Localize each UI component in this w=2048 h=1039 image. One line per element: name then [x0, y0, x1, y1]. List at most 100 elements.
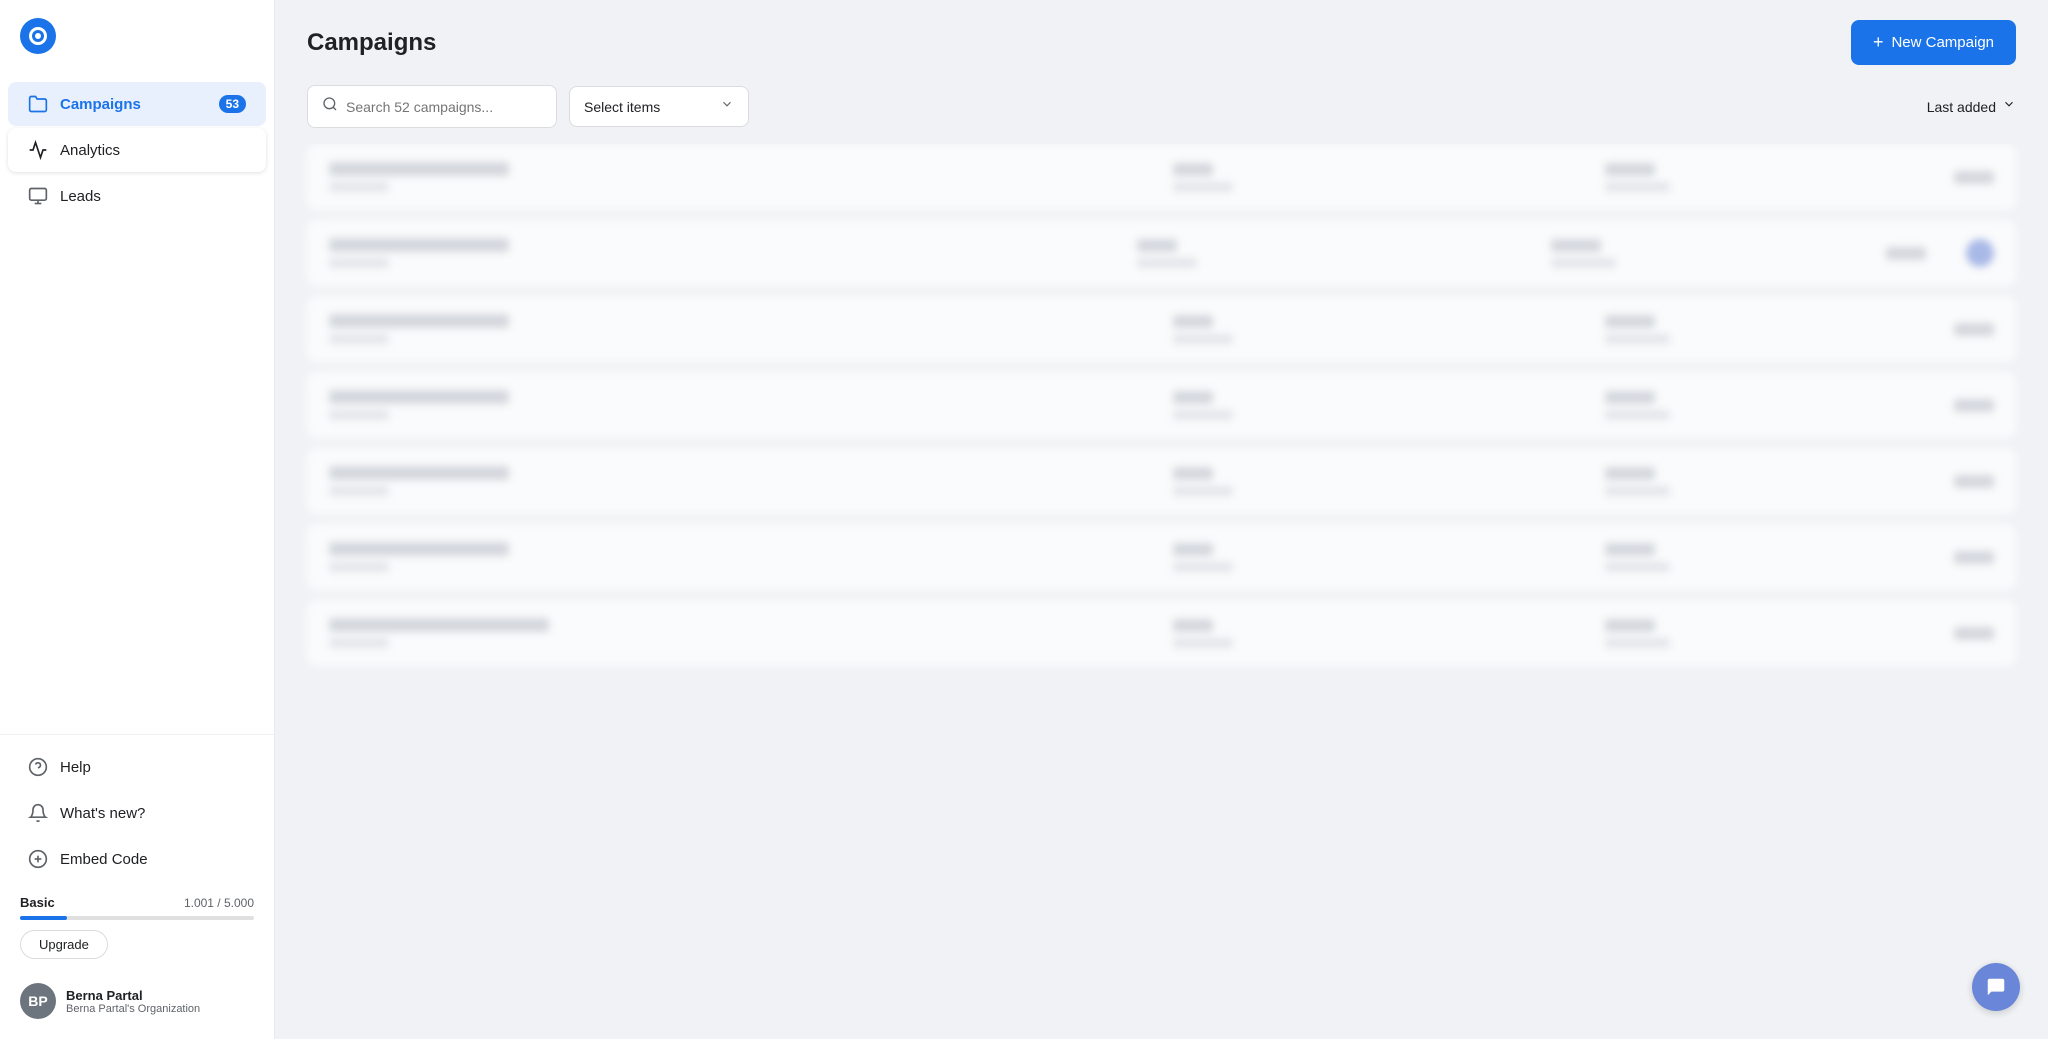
- stat-label: [1173, 562, 1233, 572]
- table-row[interactable]: [307, 144, 2016, 210]
- table-row[interactable]: [307, 524, 2016, 590]
- stat-val: [1173, 543, 1213, 556]
- user-name: Berna Partal: [66, 988, 200, 1003]
- sidebar-item-embed-code[interactable]: Embed Code: [8, 837, 266, 881]
- sidebar-bottom: Help What's new? Embed Code: [0, 734, 274, 1039]
- plus-icon: +: [1873, 32, 1884, 53]
- campaign-score: [1954, 551, 1994, 564]
- table-row[interactable]: [307, 296, 2016, 362]
- sidebar-item-campaigns[interactable]: Campaigns 53: [8, 82, 266, 126]
- folder-icon: [28, 94, 48, 114]
- new-campaign-button[interactable]: + New Campaign: [1851, 20, 2016, 65]
- user-info: Berna Partal Berna Partal's Organization: [66, 988, 200, 1015]
- table-row[interactable]: [307, 372, 2016, 438]
- stat-val: [1137, 239, 1177, 252]
- embed-icon: [28, 849, 48, 869]
- sidebar: Campaigns 53 Analytics Leads: [0, 0, 275, 1039]
- plan-name: Basic: [20, 895, 55, 910]
- chevron-down-icon: [720, 97, 734, 116]
- campaign-name: [329, 542, 509, 556]
- status-val: [1605, 391, 1655, 404]
- campaign-score: [1886, 247, 1926, 260]
- search-input[interactable]: [346, 99, 542, 115]
- plan-usage: 1.001 / 5.000: [184, 896, 254, 910]
- sort-control[interactable]: Last added: [1927, 97, 2016, 116]
- avatar: BP: [20, 983, 56, 1019]
- avatar-initials: BP: [28, 993, 47, 1009]
- campaign-name: [329, 618, 549, 632]
- status-val: [1605, 315, 1655, 328]
- logo[interactable]: [0, 0, 274, 72]
- score-val: [1954, 551, 1994, 564]
- campaign-score: [1954, 627, 1994, 640]
- sidebar-item-whats-new[interactable]: What's new?: [8, 791, 266, 835]
- user-org: Berna Partal's Organization: [66, 1003, 200, 1015]
- chat-bubble-button[interactable]: [1972, 963, 2020, 1011]
- sidebar-item-analytics[interactable]: Analytics: [8, 128, 266, 172]
- status-lbl: [1605, 182, 1670, 192]
- select-items-dropdown[interactable]: Select items: [569, 86, 749, 127]
- campaign-stat-1: [1173, 467, 1585, 496]
- sidebar-item-help-label: Help: [60, 759, 91, 776]
- stat-val: [1173, 315, 1213, 328]
- campaign-stat-1: [1173, 391, 1585, 420]
- campaign-stat-1: [1173, 315, 1585, 344]
- status-lbl: [1605, 486, 1670, 496]
- campaign-name-block: [329, 314, 1153, 344]
- campaign-score: [1954, 323, 1994, 336]
- sidebar-item-help[interactable]: Help: [8, 745, 266, 789]
- score-val: [1954, 627, 1994, 640]
- sidebar-item-campaigns-label: Campaigns: [60, 96, 141, 113]
- campaign-status: [1605, 619, 1934, 648]
- score-val: [1954, 171, 1994, 184]
- table-row[interactable]: [307, 448, 2016, 514]
- main-header: Campaigns + New Campaign: [275, 0, 2048, 85]
- stat-label: [1173, 410, 1233, 420]
- campaign-stat-1: [1173, 163, 1585, 192]
- stat-label: [1173, 334, 1233, 344]
- sidebar-item-embed-code-label: Embed Code: [60, 851, 148, 868]
- campaign-name-block: [329, 542, 1153, 572]
- campaign-status: [1551, 239, 1866, 268]
- sidebar-item-analytics-label: Analytics: [60, 142, 120, 159]
- sidebar-nav: Campaigns 53 Analytics Leads: [0, 72, 274, 734]
- campaign-status: [1605, 391, 1934, 420]
- stat-label: [1173, 182, 1233, 192]
- stat-label: [1173, 638, 1233, 648]
- plan-progress-bar: [20, 916, 254, 920]
- score-val: [1886, 247, 1926, 260]
- campaign-stat-1: [1173, 619, 1585, 648]
- campaign-sub: [329, 486, 389, 496]
- main-content: Campaigns + New Campaign Select items: [275, 0, 2048, 1039]
- campaign-name: [329, 238, 509, 252]
- upgrade-button[interactable]: Upgrade: [20, 930, 108, 959]
- campaign-status: [1605, 315, 1934, 344]
- search-icon: [322, 96, 338, 117]
- table-row[interactable]: [307, 220, 2016, 286]
- campaign-name-block: [329, 466, 1153, 496]
- search-box[interactable]: [307, 85, 557, 128]
- status-val: [1605, 543, 1655, 556]
- plan-section: Basic 1.001 / 5.000 Upgrade: [0, 883, 274, 971]
- campaign-name: [329, 466, 509, 480]
- status-lbl: [1551, 258, 1616, 268]
- campaigns-list: [275, 144, 2048, 1039]
- campaign-name-block: [329, 162, 1153, 192]
- logo-inner-icon: [29, 27, 47, 45]
- stat-label: [1137, 258, 1197, 268]
- stat-val: [1173, 163, 1213, 176]
- campaign-score: [1954, 171, 1994, 184]
- table-row[interactable]: [307, 600, 2016, 666]
- help-icon: [28, 757, 48, 777]
- campaign-score: [1954, 399, 1994, 412]
- score-val: [1954, 323, 1994, 336]
- campaign-status: [1605, 543, 1934, 572]
- user-profile[interactable]: BP Berna Partal Berna Partal's Organizat…: [0, 971, 274, 1031]
- stat-val: [1173, 467, 1213, 480]
- leads-icon: [28, 186, 48, 206]
- new-campaign-label: New Campaign: [1891, 34, 1994, 51]
- score-val: [1954, 475, 1994, 488]
- stat-label: [1173, 486, 1233, 496]
- campaign-sub: [329, 638, 389, 648]
- sidebar-item-leads[interactable]: Leads: [8, 174, 266, 218]
